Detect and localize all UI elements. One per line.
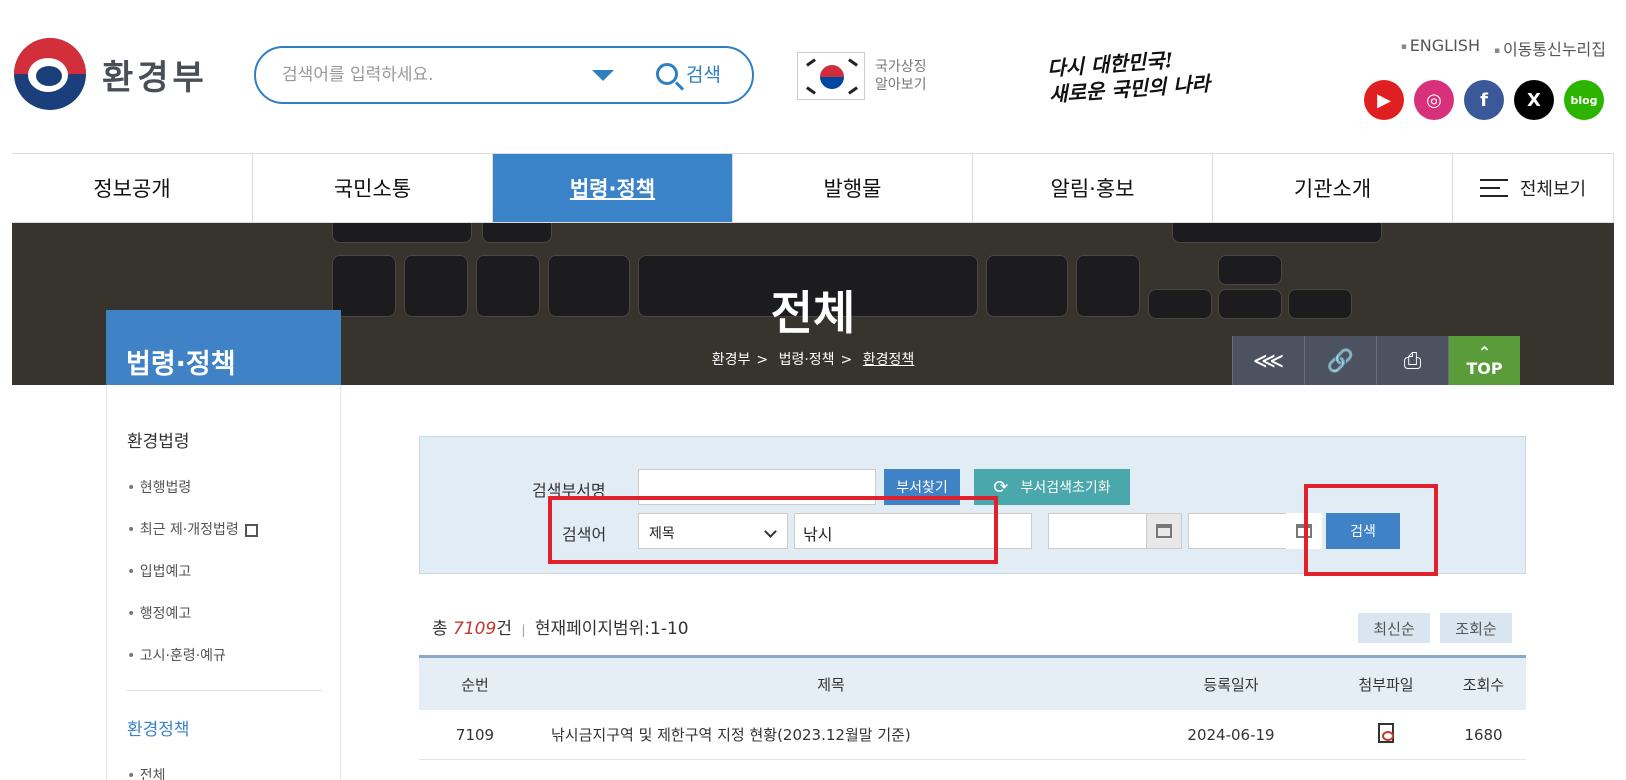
result-summary: 총 7109건 | 현재페이지범위:1-10 <box>432 619 689 639</box>
sns-links: ▶ ◎ f Xblog <box>1364 80 1604 120</box>
sidebar-item-notices[interactable]: 고시·훈령·예규 <box>127 645 226 665</box>
breadcrumb-current[interactable]: 환경정책 <box>863 352 915 368</box>
external-link-icon <box>244 523 258 537</box>
global-search-button[interactable]: 검색 <box>656 60 721 87</box>
table-header: 순번 제목 등록일자 첨부파일 조회수 <box>419 658 1526 710</box>
government-slogan: 다시 대한민국! 새로운 국민의 나라 <box>1046 44 1210 107</box>
nav-item-info-disclosure[interactable]: 정보공개 <box>12 154 252 222</box>
table-row: 7109 낚시금지구역 및 제한구역 지정 현황(2023.12월말 기준) 2… <box>419 710 1526 760</box>
col-header-views: 조회수 <box>1462 675 1505 694</box>
highlight-box-search-button <box>1304 484 1438 576</box>
nav-item-about[interactable]: 기관소개 <box>1212 154 1452 222</box>
global-search-input[interactable] <box>282 65 582 85</box>
pdf-file-icon <box>1378 722 1394 743</box>
sidebar-item-legislative-notice[interactable]: 입법예고 <box>127 561 192 581</box>
sidebar-title: 법령·정책 <box>106 310 341 385</box>
sidebar-category-env-policy[interactable]: 환경정책 <box>127 715 190 740</box>
site-logo[interactable]: 환경부 <box>14 38 208 110</box>
row-attachment[interactable] <box>1331 722 1441 747</box>
page: 환경부 검색 국가상징 알아보기 다시 대한민국! 새로운 국민의 나라 ENG… <box>0 0 1626 780</box>
main-navigation: 정보공개 국민소통 법령·정책 발행물 알림·홍보 기관소개 전체보기 <box>12 153 1614 223</box>
sidebar-item-all[interactable]: 전체 <box>127 765 166 780</box>
logo-text: 환경부 <box>102 57 208 98</box>
col-header-attachment: 첨부파일 <box>1358 675 1414 694</box>
sidebar-divider <box>127 690 322 691</box>
col-header-title: 제목 <box>817 675 845 694</box>
share-button[interactable]: ⋘ <box>1232 336 1304 385</box>
calendar-icon[interactable] <box>1146 513 1182 549</box>
search-scope-dropdown-icon[interactable] <box>592 70 614 81</box>
sidebar-item-admin-notice[interactable]: 행정예고 <box>127 603 192 623</box>
search-icon <box>656 62 678 85</box>
sidebar-item-current-law[interactable]: 현행법령 <box>127 477 192 497</box>
col-header-no: 순번 <box>461 675 489 694</box>
print-icon: ⎙ <box>1403 348 1422 374</box>
reset-dept-label: 부서검색초기화 <box>1020 480 1111 496</box>
hamburger-icon <box>1479 179 1508 197</box>
view-all-label: 전체보기 <box>1519 179 1587 200</box>
breadcrumb-home[interactable]: 환경부 <box>712 352 751 368</box>
korean-flag-icon <box>797 52 865 100</box>
highlight-box-keyword <box>548 496 998 564</box>
link-icon: 🔗 <box>1326 348 1355 374</box>
view-all-menu-button[interactable]: 전체보기 <box>1452 154 1614 222</box>
row-no: 7109 <box>455 725 495 744</box>
total-count: 7109 <box>453 619 497 639</box>
youtube-icon[interactable]: ▶ <box>1364 80 1404 120</box>
sidebar-category-env-law[interactable]: 환경법령 <box>127 427 190 452</box>
symbol-text-line2: 알아보기 <box>875 77 927 93</box>
english-link[interactable]: ENGLISH <box>1401 36 1480 60</box>
col-header-date: 등록일자 <box>1203 675 1259 694</box>
page-tools: ⋘ 🔗 ⎙ ⌃ TOP <box>1232 336 1520 385</box>
sort-views-button[interactable]: 조회순 <box>1440 613 1512 643</box>
nav-item-news-pr[interactable]: 알림·홍보 <box>972 154 1212 222</box>
copy-link-button[interactable]: 🔗 <box>1304 336 1376 385</box>
print-button[interactable]: ⎙ <box>1376 336 1448 385</box>
nav-item-public-communication[interactable]: 국민소통 <box>252 154 492 222</box>
row-title-link[interactable]: 낚시금지구역 및 제한구역 지정 현황(2023.12월말 기준) <box>531 724 1131 745</box>
global-search-box: 검색 <box>254 46 754 104</box>
keyboard-key-decoration <box>482 223 552 243</box>
instagram-icon[interactable]: ◎ <box>1414 80 1454 120</box>
top-links: ENGLISH 이동통신누리집 <box>1401 36 1606 60</box>
total-suffix: 건 <box>496 619 512 639</box>
scroll-top-button[interactable]: ⌃ TOP <box>1448 336 1520 385</box>
mobile-site-link[interactable]: 이동통신누리집 <box>1494 36 1606 60</box>
refresh-icon: ⟳ <box>993 476 1009 498</box>
keyboard-key-decoration <box>332 223 472 243</box>
symbol-text-line1: 국가상징 <box>875 59 927 75</box>
row-views: 1680 <box>1464 725 1503 744</box>
keyboard-key-decoration <box>1172 223 1382 243</box>
nav-item-publications[interactable]: 발행물 <box>732 154 972 222</box>
facebook-icon[interactable]: f <box>1464 80 1504 120</box>
global-search-button-label: 검색 <box>686 64 721 86</box>
national-symbol-link[interactable]: 국가상징 알아보기 <box>797 52 927 100</box>
sidebar-item-recent-law-label: 최근 제·개정법령 <box>139 522 239 538</box>
blog-icon[interactable]: blog <box>1564 80 1604 120</box>
sort-latest-button[interactable]: 최신순 <box>1358 613 1430 643</box>
x-icon[interactable]: X <box>1514 80 1554 120</box>
results-table: 순번 제목 등록일자 첨부파일 조회수 7109 낚시금지구역 및 제한구역 지… <box>419 655 1526 760</box>
nav-item-law-policy[interactable]: 법령·정책 <box>492 154 732 222</box>
date-from-input[interactable] <box>1048 513 1148 549</box>
total-prefix: 총 <box>432 619 448 639</box>
sidebar-item-recent-law[interactable]: 최근 제·개정법령 <box>127 519 258 539</box>
top-label: TOP <box>1466 359 1503 378</box>
taegeuk-logo-icon <box>14 38 86 110</box>
page-range: 현재페이지범위:1-10 <box>534 619 689 639</box>
date-to-input[interactable] <box>1188 513 1288 549</box>
breadcrumb-law-policy[interactable]: 법령·정책 <box>779 352 835 368</box>
sidebar: 환경법령 현행법령 최근 제·개정법령 입법예고 행정예고 고시·훈령·예규 환… <box>106 385 341 780</box>
row-date: 2024-06-19 <box>1187 725 1275 744</box>
share-icon: ⋘ <box>1252 348 1285 374</box>
